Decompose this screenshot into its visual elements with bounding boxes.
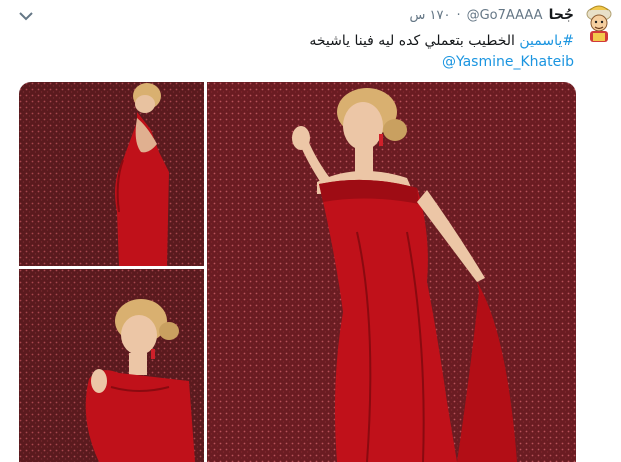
tweet-body: الخطيب بتعملي كده ليه فينا ياشيخه	[309, 33, 520, 49]
hashtag-link[interactable]: #ياسمين	[519, 33, 574, 49]
author-name[interactable]: جُحا	[549, 7, 574, 23]
mention-link[interactable]: @Yasmine_Khateib	[442, 52, 574, 73]
photo-3[interactable]	[207, 82, 576, 462]
avatar[interactable]	[580, 4, 618, 44]
tweet-timestamp[interactable]: ١٧٠ س	[409, 8, 450, 23]
photo-1[interactable]	[19, 82, 204, 266]
media-grid	[19, 82, 576, 462]
separator-dot: ·	[456, 7, 461, 23]
photo-2[interactable]	[19, 269, 204, 462]
tweet-text: #ياسمين الخطيب بتعملي كده ليه فينا ياشيخ…	[34, 31, 574, 73]
chevron-down-icon[interactable]	[16, 6, 36, 26]
author-handle[interactable]: @Go7AAAA	[467, 8, 543, 23]
tweet-header: جُحا @Go7AAAA · ١٧٠ س	[409, 7, 574, 23]
